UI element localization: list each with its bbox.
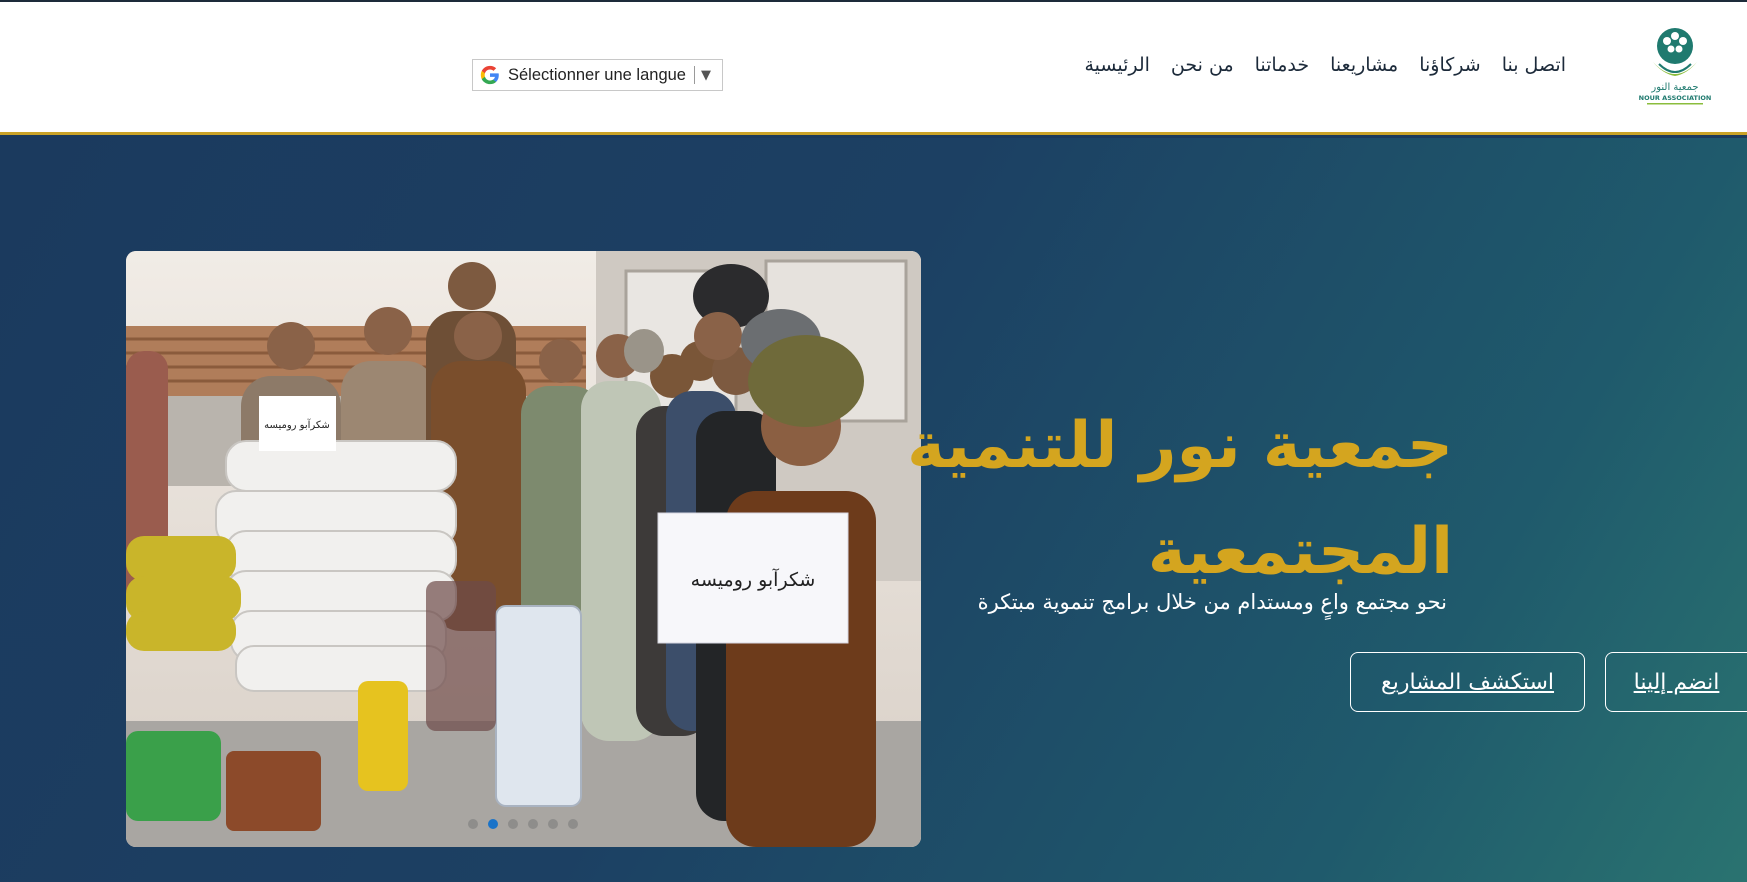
nav-contact[interactable]: اتصل بنا <box>1502 54 1566 76</box>
main-nav: الرئيسية من نحن خدماتنا مشاريعنا شركاؤنا… <box>1084 54 1566 76</box>
hero-carousel-image[interactable]: شكرآبو روميسه شكرآبو روميسه <box>126 251 921 847</box>
nav-partners[interactable]: شركاؤنا <box>1419 54 1481 76</box>
hero-title: جمعية نور للتنمية المجتمعية <box>907 409 1453 589</box>
language-selector-divider <box>693 66 695 84</box>
sign-large-text: شكرآبو روميسه <box>691 567 816 591</box>
carousel-dot-3[interactable] <box>508 819 518 829</box>
join-us-button[interactable]: انضم إلينا <box>1605 652 1747 712</box>
carousel-dot-6[interactable] <box>568 819 578 829</box>
carousel-dot-2-active[interactable] <box>488 819 498 829</box>
sign-small-text: شكرآبو روميسه <box>264 418 330 431</box>
dropdown-arrow-icon: ▼ <box>700 67 711 83</box>
nav-home[interactable]: الرئيسية <box>1084 54 1149 76</box>
carousel-dot-4[interactable] <box>528 819 538 829</box>
site-header: جمعية النور NOUR ASSOCIATION الرئيسية من… <box>0 2 1747 135</box>
google-g-icon <box>480 65 499 85</box>
language-selector[interactable]: Sélectionner une langue ▼ <box>472 59 723 91</box>
logo-arabic-text: جمعية النور <box>1650 82 1698 93</box>
logo-latin-text: NOUR ASSOCIATION <box>1639 94 1712 102</box>
nav-projects[interactable]: مشاريعنا <box>1330 54 1398 76</box>
carousel-indicators <box>468 819 578 829</box>
carousel-dot-5[interactable] <box>548 819 558 829</box>
nour-association-logo[interactable]: جمعية النور NOUR ASSOCIATION <box>1635 24 1715 106</box>
nav-about[interactable]: من نحن <box>1171 54 1234 76</box>
carousel-dot-1[interactable] <box>468 819 478 829</box>
language-selector-label: Sélectionner une langue <box>508 65 686 84</box>
hero-subtitle: نحو مجتمع واعٍ ومستدام من خلال برامج تنم… <box>977 590 1447 614</box>
explore-projects-button[interactable]: استكشف المشاريع <box>1350 652 1585 712</box>
nav-services[interactable]: خدماتنا <box>1255 54 1310 76</box>
